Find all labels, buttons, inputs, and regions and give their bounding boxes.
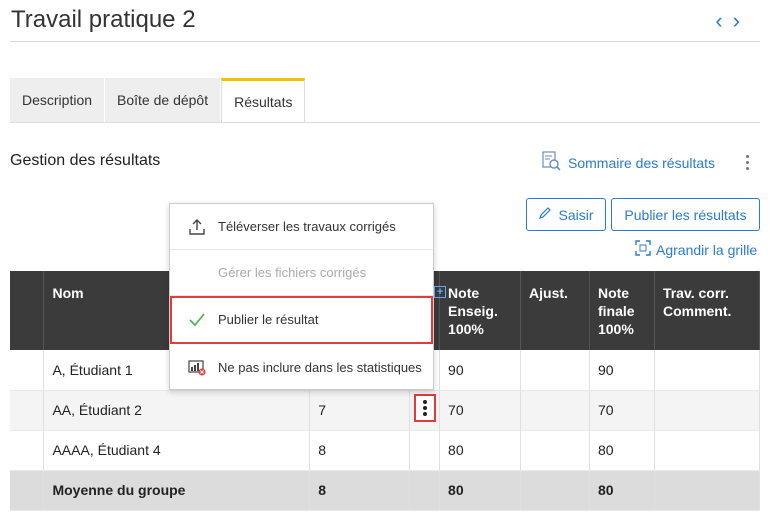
ajust-cell[interactable] xyxy=(520,350,590,391)
page-title: Travail pratique 2 xyxy=(11,6,196,33)
tabs-divider xyxy=(10,122,760,123)
trav-corr-cell xyxy=(654,390,761,431)
page-nav: ‹ › xyxy=(715,10,740,32)
average-label: Moyenne du groupe xyxy=(43,470,311,511)
options-cell xyxy=(409,470,441,511)
expand-column-icon[interactable]: + xyxy=(434,286,447,298)
student-name: AA, Étudiant 2 xyxy=(43,390,311,431)
summary-link[interactable]: Sommaire des résultats xyxy=(540,150,715,175)
note-enseig-header[interactable]: + Note Enseig. 100% xyxy=(434,271,522,350)
trav-corr-cell xyxy=(654,430,761,471)
chevron-left-icon[interactable]: ‹ xyxy=(715,10,722,32)
trav-corr-header: Trav. corr. Comment. xyxy=(654,271,761,350)
saisir-button[interactable]: Saisir xyxy=(526,198,606,231)
trav-corr-cell xyxy=(654,350,761,391)
note-enseig-cell[interactable]: 80 xyxy=(439,430,522,471)
ajust-header: Ajust. xyxy=(520,271,590,350)
agrandir-grille-link[interactable]: Agrandir la grille xyxy=(635,240,757,259)
average-score: 8 xyxy=(309,470,411,511)
agrandir-label: Agrandir la grille xyxy=(656,241,758,258)
tab-boite-de-depot[interactable]: Boîte de dépôt xyxy=(105,78,222,122)
ajust-cell xyxy=(520,470,590,511)
select-cell xyxy=(10,350,45,391)
title-divider xyxy=(10,41,760,42)
chart-exclude-icon xyxy=(186,356,208,378)
average-note-finale: 80 xyxy=(589,470,655,511)
menu-item-label: Publier le résultat xyxy=(218,312,319,327)
row-context-menu: Téléverser les travaux corrigés Gérer le… xyxy=(169,203,434,390)
checkmark-icon xyxy=(186,309,208,331)
student-name: AAAA, Étudiant 4 xyxy=(43,430,311,471)
note-finale-cell: 80 xyxy=(589,430,655,471)
note-finale-cell: 90 xyxy=(589,350,655,391)
tab-description[interactable]: Description xyxy=(10,78,106,122)
select-cell xyxy=(10,430,45,471)
ajust-cell[interactable] xyxy=(520,390,590,431)
score-cell: 7 xyxy=(309,390,411,431)
row-options-icon[interactable] xyxy=(414,394,436,422)
note-enseig-cell[interactable]: 90 xyxy=(439,350,522,391)
select-column-header xyxy=(10,271,45,350)
menu-item-publier-resultat[interactable]: Publier le résultat xyxy=(170,296,433,344)
table-row: AA, Étudiant 2 7 70 70 xyxy=(10,390,761,431)
saisir-label: Saisir xyxy=(558,206,594,223)
average-row: Moyenne du groupe 8 80 80 xyxy=(10,470,761,511)
average-note-enseig: 80 xyxy=(439,470,522,511)
note-finale-header: Note finale 100% xyxy=(589,271,655,350)
trav-corr-cell xyxy=(654,470,761,511)
pencil-icon xyxy=(538,206,552,223)
score-cell: 8 xyxy=(309,430,411,471)
report-search-icon xyxy=(540,150,562,175)
menu-item-gerer-fichiers: Gérer les fichiers corrigés xyxy=(170,250,433,296)
note-enseig-cell[interactable]: 70 xyxy=(439,390,522,431)
select-cell xyxy=(10,390,45,431)
expand-icon xyxy=(635,240,651,259)
note-finale-cell: 70 xyxy=(589,390,655,431)
summary-link-label: Sommaire des résultats xyxy=(568,154,716,171)
options-cell xyxy=(409,430,441,471)
section-title: Gestion des résultats xyxy=(10,152,161,169)
table-row: AAAA, Étudiant 4 8 80 80 xyxy=(10,430,761,471)
chevron-right-icon[interactable]: › xyxy=(733,10,740,32)
tab-bar: Description Boîte de dépôt Résultats xyxy=(10,78,306,123)
select-cell xyxy=(10,470,45,511)
tab-resultats[interactable]: Résultats xyxy=(221,78,306,123)
menu-item-label: Gérer les fichiers corrigés xyxy=(218,265,367,280)
menu-item-televerser[interactable]: Téléverser les travaux corrigés xyxy=(170,204,433,250)
menu-item-label: Téléverser les travaux corrigés xyxy=(218,219,396,234)
menu-item-exclure-statistiques[interactable]: Ne pas inclure dans les statistiques xyxy=(170,344,433,390)
publier-resultats-button[interactable]: Publier les résultats xyxy=(611,198,760,231)
more-options-icon[interactable] xyxy=(746,153,749,171)
menu-item-label: Ne pas inclure dans les statistiques xyxy=(218,359,422,375)
ajust-cell[interactable] xyxy=(520,430,590,471)
upload-icon xyxy=(186,216,208,238)
note-enseig-label: Note Enseig. 100% xyxy=(448,285,498,337)
